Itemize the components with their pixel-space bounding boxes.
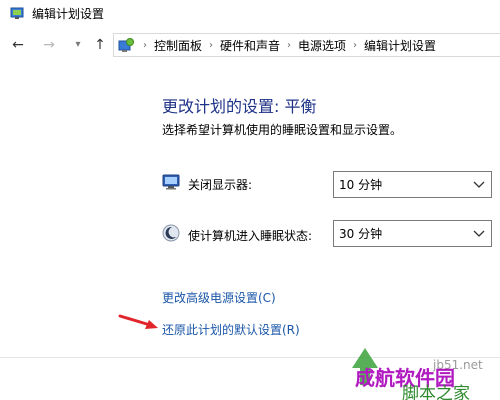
arrow-right-icon[interactable]: → <box>41 37 57 53</box>
breadcrumb-separator[interactable]: › <box>353 40 357 51</box>
arrow-left-icon[interactable]: ← <box>10 37 26 53</box>
navigation-bar: ← → ▾ ↑ › 控制面板 › 硬件和声音 › 电源选项 › 编辑计划设置 <box>0 30 500 60</box>
title-bar: 编辑计划设置 <box>0 0 500 26</box>
breadcrumb-hardware-sound[interactable]: 硬件和声音 <box>220 37 280 54</box>
display-off-label: 关闭显示器: <box>188 178 253 192</box>
breadcrumb-edit-plan[interactable]: 编辑计划设置 <box>364 37 436 54</box>
red-arrow-annotation <box>118 314 158 329</box>
address-bar[interactable]: › 控制面板 › 硬件和声音 › 电源选项 › 编辑计划设置 <box>113 33 500 57</box>
sleep-label: 使计算机进入睡眠状态: <box>188 229 313 243</box>
chevron-down-icon <box>473 181 485 188</box>
breadcrumb-control-panel[interactable]: 控制面板 <box>154 37 202 54</box>
breadcrumb-power-options[interactable]: 电源选项 <box>298 37 346 54</box>
watermark-sub-text: 脚本之家 <box>402 384 470 400</box>
restore-defaults-link[interactable]: 还原此计划的默认设置(R) <box>162 321 300 338</box>
control-panel-icon <box>118 38 134 52</box>
arrow-up-icon[interactable]: ↑ <box>92 37 108 53</box>
breadcrumb-separator[interactable]: › <box>209 40 213 51</box>
page-description: 选择希望计算机使用的睡眠设置和显示设置。 <box>162 123 403 137</box>
chevron-down-icon <box>473 230 485 237</box>
power-options-icon <box>10 7 24 19</box>
breadcrumb-separator[interactable]: › <box>287 40 291 51</box>
moon-icon <box>162 224 180 242</box>
sleep-value: 30 分钟 <box>339 227 383 241</box>
advanced-power-settings-link[interactable]: 更改高级电源设置(C) <box>162 289 276 306</box>
sleep-select[interactable]: 30 分钟 <box>333 220 492 247</box>
display-off-value: 10 分钟 <box>339 178 383 192</box>
chevron-down-icon[interactable]: ▾ <box>70 37 86 53</box>
window-title: 编辑计划设置 <box>32 6 105 21</box>
page-title: 更改计划的设置: 平衡 <box>162 97 317 116</box>
breadcrumb-separator: › <box>143 39 147 51</box>
display-off-select[interactable]: 10 分钟 <box>333 171 492 198</box>
monitor-icon <box>162 174 180 190</box>
